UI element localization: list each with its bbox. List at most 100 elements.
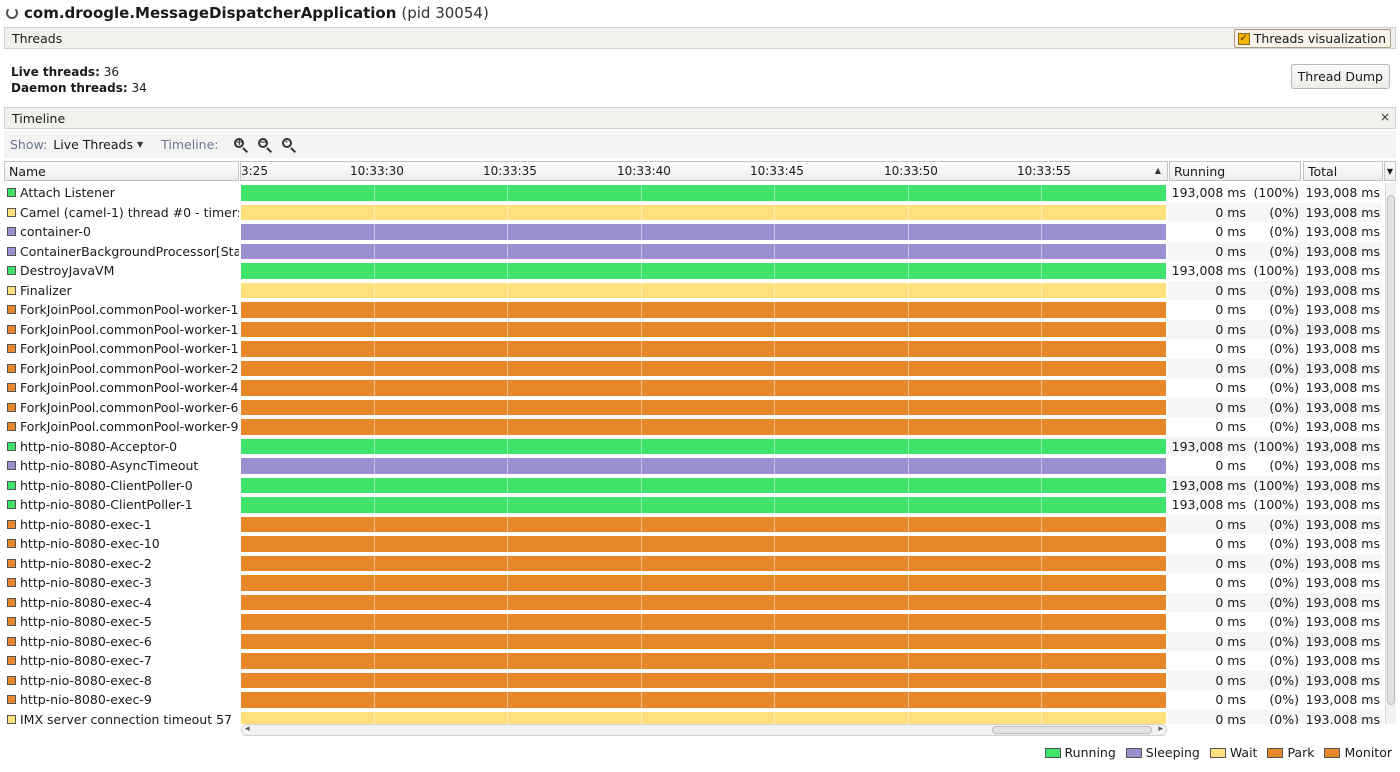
thread-timeline-cell (240, 281, 1168, 301)
timeline-tick-label: 10:33:40 (617, 164, 671, 178)
thread-row[interactable]: http-nio-8080-ClientPoller-1 193,008 ms (1… (4, 495, 1384, 515)
thread-name: DestroyJavaVM (20, 263, 115, 279)
thread-running-cell: 0 ms (0%) (1168, 573, 1302, 593)
dropdown-arrow-icon[interactable]: ▼ (137, 140, 143, 149)
thread-row[interactable]: ForkJoinPool.commonPool-worker-9 0 ms (0%)… (4, 417, 1384, 437)
thread-dump-button[interactable]: Thread Dump (1290, 64, 1390, 89)
thread-row[interactable]: http-nio-8080-exec-2 0 ms (0%) 193,008 ms (4, 553, 1384, 573)
scroll-left-icon[interactable]: ◂ (245, 724, 250, 734)
legend-label: Sleeping (1145, 745, 1200, 760)
legend-item: Sleeping (1125, 745, 1200, 760)
thread-row[interactable]: ForkJoinPool.commonPool-worker-1 0 ms (0%)… (4, 339, 1384, 359)
running-percent: (0%) (1269, 555, 1299, 571)
thread-row[interactable]: ForkJoinPool.commonPool-worker-1 0 ms (0%)… (4, 300, 1384, 320)
running-percent: (0%) (1269, 380, 1299, 395)
legend-swatch (1324, 747, 1341, 758)
zoom-out-icon[interactable]: − (257, 137, 273, 153)
legend-label: Running (1064, 745, 1116, 760)
horizontal-scrollbar[interactable]: ◂ ▸ (241, 724, 1167, 736)
thread-row[interactable]: ContainerBackgroundProcessor[Sta 0 ms (0%)… (4, 241, 1384, 262)
zoom-fit-icon[interactable]: · (281, 137, 297, 153)
thread-running-cell: 0 ms (0%) (1168, 709, 1302, 724)
running-percent: (0%) (1269, 204, 1299, 220)
thread-row[interactable]: http-nio-8080-ClientPoller-0 193,008 ms (1… (4, 475, 1384, 496)
thread-row[interactable]: ForkJoinPool.commonPool-worker-1 0 ms (0%)… (4, 319, 1384, 339)
column-header-timeline[interactable]: ▲ 3:25 10:33:30 10:33:35 10:33:40 10:33:45 10… (240, 161, 1168, 181)
running-percent: (0%) (1269, 282, 1299, 298)
thread-row[interactable]: ForkJoinPool.commonPool-worker-6 0 ms (0%)… (4, 397, 1384, 418)
thread-state-icon (7, 636, 16, 646)
thread-row[interactable]: http-nio-8080-Acceptor-0 193,008 ms (100%)… (4, 436, 1384, 456)
thread-row[interactable]: http-nio-8080-exec-10 0 ms (0%) 193,008 ms (4, 534, 1384, 554)
column-menu-icon[interactable]: ▼ (1384, 161, 1396, 181)
legend-item: Park (1267, 745, 1314, 760)
running-time: 0 ms (1215, 380, 1246, 395)
thread-row[interactable]: Finalizer 0 ms (0%) 193,008 ms (4, 280, 1384, 301)
thread-row[interactable]: container-0 0 ms (0%) 193,008 ms (4, 222, 1384, 242)
thread-row[interactable]: http-nio-8080-exec-3 0 ms (0%) 193,008 ms (4, 573, 1384, 593)
running-time: 193,008 ms (1171, 477, 1246, 493)
thread-name-cell: ForkJoinPool.commonPool-worker-4 (4, 378, 239, 398)
thread-row[interactable]: ForkJoinPool.commonPool-worker-2 0 ms (0%)… (4, 358, 1384, 378)
column-header-name[interactable]: Name (4, 161, 239, 181)
threads-section-title: Threads (12, 30, 63, 46)
thread-row[interactable]: http-nio-8080-exec-4 0 ms (0%) 193,008 ms (4, 592, 1384, 613)
thread-total-cell: 193,008 ms (1302, 378, 1382, 398)
zoom-in-icon[interactable]: + (233, 137, 249, 153)
close-icon[interactable]: × (1380, 110, 1390, 124)
thread-name-cell: http-nio-8080-exec-6 (4, 632, 239, 652)
thread-row[interactable]: DestroyJavaVM 193,008 ms (100%) 193,008 ms (4, 261, 1384, 281)
thread-timeline-cell (240, 378, 1168, 398)
thread-timeline-cell (240, 242, 1168, 262)
thread-running-cell: 0 ms (0%) (1168, 378, 1302, 398)
legend-swatch (1044, 747, 1061, 758)
running-percent: (0%) (1269, 399, 1299, 415)
thread-row[interactable]: http-nio-8080-exec-9 0 ms (0%) 193,008 ms (4, 690, 1384, 710)
thread-row[interactable]: http-nio-8080-exec-6 0 ms (0%) 193,008 ms (4, 631, 1384, 652)
thread-row[interactable]: http-nio-8080-exec-1 0 ms (0%) 193,008 ms (4, 514, 1384, 534)
threads-visualization-toggle[interactable]: ✓ Threads visualization (1233, 29, 1391, 48)
thread-name-cell: http-nio-8080-ClientPoller-0 (4, 476, 239, 496)
running-percent: (100%) (1253, 438, 1300, 454)
thread-name: http-nio-8080-exec-7 (20, 653, 152, 669)
thread-state-bar (241, 497, 1166, 513)
horizontal-scrollbar-thumb[interactable] (992, 726, 1152, 734)
thread-name-cell: http-nio-8080-exec-4 (4, 593, 239, 613)
thread-row[interactable]: http-nio-8080-exec-5 0 ms (0%) 193,008 ms (4, 612, 1384, 632)
column-header-total[interactable]: Total (1303, 161, 1383, 181)
thread-running-cell: 0 ms (0%) (1168, 358, 1302, 378)
thread-state-bar (241, 614, 1166, 630)
application-name: com.droogle.MessageDispatcherApplication (24, 4, 397, 22)
thread-state-icon (7, 461, 16, 471)
thread-name-cell: ContainerBackgroundProcessor[Sta (4, 242, 239, 262)
show-dropdown[interactable]: Live Threads (53, 137, 133, 152)
vertical-scrollbar[interactable] (1385, 183, 1396, 724)
running-time: 193,008 ms (1171, 185, 1246, 200)
thread-row[interactable]: Attach Listener 193,008 ms (100%) 193,008 m… (4, 183, 1384, 203)
thread-name-cell: ForkJoinPool.commonPool-worker-1 (4, 339, 239, 359)
thread-row[interactable]: ForkJoinPool.commonPool-worker-4 0 ms (0%)… (4, 378, 1384, 398)
thread-state-icon (7, 441, 16, 451)
vertical-scrollbar-thumb[interactable] (1387, 195, 1395, 705)
thread-row[interactable]: Camel (camel-1) thread #0 - timer://m 0 m… (4, 202, 1384, 222)
scroll-right-icon[interactable]: ▸ (1158, 724, 1163, 734)
checkbox-checked-icon[interactable]: ✓ (1237, 32, 1250, 45)
thread-row[interactable]: JMX server connection timeout 57 0 ms (0%)… (4, 709, 1384, 724)
thread-row[interactable]: http-nio-8080-exec-7 0 ms (0%) 193,008 ms (4, 651, 1384, 671)
thread-row[interactable]: http-nio-8080-exec-8 0 ms (0%) 193,008 ms (4, 670, 1384, 691)
thread-state-icon (7, 383, 16, 393)
thread-state-bar (241, 204, 1166, 220)
sort-ascending-icon[interactable]: ▲ (1155, 166, 1161, 175)
running-percent: (0%) (1269, 341, 1299, 356)
running-percent: (100%) (1253, 185, 1300, 200)
thread-row[interactable]: http-nio-8080-AsyncTimeout 0 ms (0%) 193,00… (4, 456, 1384, 476)
thread-state-bar (241, 575, 1166, 591)
thread-timeline-cell (240, 398, 1168, 418)
column-header-running[interactable]: Running (1169, 161, 1301, 181)
thread-total-cell: 193,008 ms (1302, 495, 1382, 515)
thread-name: http-nio-8080-exec-6 (20, 633, 152, 649)
daemon-threads-value: 34 (131, 81, 147, 95)
running-percent: (100%) (1253, 477, 1300, 493)
thread-timeline-cell (240, 671, 1168, 691)
running-time: 0 ms (1215, 594, 1246, 610)
